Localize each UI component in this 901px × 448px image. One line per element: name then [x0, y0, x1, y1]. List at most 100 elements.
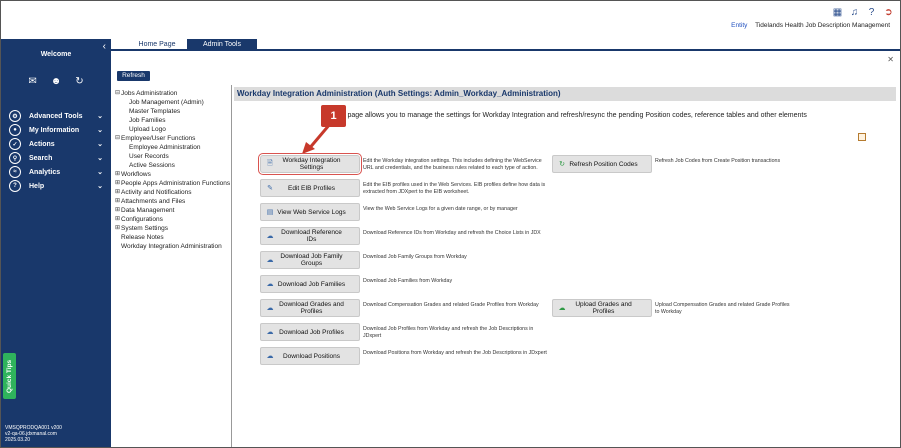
export-icon[interactable]	[858, 133, 866, 141]
button-label: Download Job Family Groups	[280, 253, 343, 267]
logout-icon[interactable]: ➲	[883, 7, 894, 18]
sidebar-item-my-information[interactable]: ● My Information ⌄	[1, 123, 111, 137]
page-intro: s page allows you to manage the settings…	[342, 112, 807, 119]
button-description: View the Web Service Logs for a given da…	[363, 206, 518, 212]
sidebar-item-actions[interactable]: ✓ Actions ⌄	[1, 137, 111, 151]
entity-link[interactable]: Entity	[731, 22, 747, 29]
tree-item[interactable]: ⊞ System Settings	[115, 224, 231, 233]
sidebar-icons: ✉ ☻ ↻	[1, 76, 111, 87]
cloud-upload-icon: ☁	[558, 305, 566, 312]
tree-item[interactable]: ⊟ Employee/User Functions	[115, 134, 231, 143]
cloud-download-icon: ☁	[266, 305, 274, 312]
download-job-family-groups-button[interactable]: ☁ Download Job Family Groups	[260, 251, 360, 269]
button-description: Download Job Family Groups from Workday	[363, 254, 467, 260]
edit-eib-profiles-button[interactable]: ✎ Edit EIB Profiles	[260, 179, 360, 197]
refresh-button[interactable]: Refresh	[117, 71, 150, 81]
close-icon[interactable]: ✕	[887, 55, 894, 64]
tree-item[interactable]: Job Management (Admin)	[115, 98, 231, 107]
tree-item-label: Jobs Administration	[121, 90, 178, 97]
top-icons: ▦ ♫ ? ➲	[832, 7, 894, 18]
sidebar-item-help[interactable]: ? Help ⌄	[1, 179, 111, 193]
page-title: Workday Integration Administration (Auth…	[234, 87, 896, 101]
tree-item-label: Upload Logo	[129, 126, 166, 133]
tree-item-label: Workflows	[121, 171, 151, 178]
tree-item[interactable]: ⊞ People Apps Administration Functions	[115, 179, 231, 188]
download-reference-ids-button[interactable]: ☁ Download Reference IDs	[260, 227, 360, 245]
tree-item[interactable]: Master Templates	[115, 107, 231, 116]
analytics-icon: ≈	[9, 166, 21, 178]
tree-item[interactable]: User Records	[115, 152, 231, 161]
sidebar-item-label: Advanced Tools	[29, 112, 83, 120]
button-label: Edit EIB Profiles	[288, 184, 335, 192]
button-description: Upload Compensation Grades and related G…	[655, 302, 790, 315]
version-line: 2025.03.20	[5, 437, 31, 443]
refresh-position-codes-button[interactable]: ↻ Refresh Position Codes	[552, 155, 652, 173]
tree-item[interactable]: Release Notes	[115, 233, 231, 242]
tab-admin-tools[interactable]: Admin Tools	[187, 39, 257, 51]
sidebar-item-analytics[interactable]: ≈ Analytics ⌄	[1, 165, 111, 179]
button-label: Download Job Profiles	[279, 328, 344, 336]
tree-item[interactable]: ⊟ Jobs Administration	[115, 89, 231, 98]
download-positions-button[interactable]: ☁ Download Positions	[260, 347, 360, 365]
download-grades-and-profiles-button[interactable]: ☁ Download Grades and Profiles	[260, 299, 360, 317]
quick-tips-button[interactable]: Quick Tips	[3, 353, 16, 399]
cloud-download-icon: ☁	[266, 257, 274, 264]
tools-icon: ⚙	[9, 110, 21, 122]
tree-item[interactable]: ⊞ Activity and Notifications	[115, 188, 231, 197]
entity-line: Entity Tidelands Health Job Description …	[731, 22, 890, 29]
tree-item-label: Release Notes	[121, 234, 164, 241]
tab-bar: Home Page Admin Tools	[111, 39, 900, 51]
pencil-icon: ✎	[267, 185, 273, 192]
tree-item[interactable]: ⊞ Data Management	[115, 206, 231, 215]
tree-item-label: Job Management (Admin)	[129, 99, 204, 106]
tree-item[interactable]: Active Sessions	[115, 161, 231, 170]
sitemap-icon[interactable]: ▦	[832, 7, 843, 18]
tab-home-page[interactable]: Home Page	[129, 39, 185, 51]
workday-integration-settings-button[interactable]: 🗎 Workday Integration Settings	[258, 153, 362, 175]
tree-item[interactable]: ⊞ Attachments and Files	[115, 197, 231, 206]
collapse-sidebar-icon[interactable]: ‹	[103, 41, 106, 52]
log-icon: ▤	[266, 209, 274, 216]
button-description: Download Reference IDs from Workday and …	[363, 230, 541, 236]
chevron-down-icon: ⌄	[97, 155, 103, 162]
button-label: View Web Service Logs	[277, 208, 346, 216]
tree-item-label: People Apps Administration Functions	[121, 180, 231, 187]
tree-item[interactable]: Workday Integration Administration	[115, 242, 231, 251]
chevron-down-icon: ⌄	[97, 183, 103, 190]
bell-icon[interactable]: ♫	[849, 7, 860, 18]
tree-item[interactable]: Upload Logo	[115, 125, 231, 134]
chevron-down-icon: ⌄	[97, 141, 103, 148]
sidebar-item-label: Actions	[29, 140, 55, 148]
tree-item-label: Activity and Notifications	[121, 189, 192, 196]
tree-item[interactable]: Job Families	[115, 116, 231, 125]
upload-grades-and-profiles-button[interactable]: ☁ Upload Grades and Profiles	[552, 299, 652, 317]
button-label: Refresh Position Codes	[569, 160, 638, 168]
download-job-families-button[interactable]: ☁ Download Job Families	[260, 275, 360, 293]
button-label: Download Positions	[282, 352, 341, 360]
settings-doc-icon: 🗎	[267, 159, 273, 167]
sidebar-item-advanced-tools[interactable]: ⚙ Advanced Tools ⌄	[1, 109, 111, 123]
tree-item-label: System Settings	[121, 225, 168, 232]
sync-icon[interactable]: ↻	[75, 76, 83, 87]
sidebar-item-label: Analytics	[29, 168, 61, 176]
tree-item[interactable]: ⊞ Workflows	[115, 170, 231, 179]
tree-item[interactable]: Employee Administration	[115, 143, 231, 152]
chevron-down-icon: ⌄	[97, 169, 103, 176]
tree-item-label: Employee Administration	[129, 144, 201, 151]
tree-item[interactable]: ⊞ Configurations	[115, 215, 231, 224]
users-icon[interactable]: ☻	[51, 76, 62, 87]
tree-item-label: Active Sessions	[129, 162, 175, 169]
cloud-download-icon: ☁	[266, 329, 274, 336]
main-content: Workday Integration Administration (Auth…	[234, 85, 898, 447]
view-web-service-logs-button[interactable]: ▤ View Web Service Logs	[260, 203, 360, 221]
top-bar: ▦ ♫ ? ➲ Entity Tidelands Health Job Desc…	[1, 1, 900, 39]
tree-item-label: Master Templates	[129, 108, 181, 115]
tree-item-label: Job Families	[129, 117, 166, 124]
help-icon[interactable]: ?	[866, 7, 877, 18]
mail-icon[interactable]: ✉	[28, 76, 36, 87]
sidebar-item-search[interactable]: ⚲ Search ⌄	[1, 151, 111, 165]
button-description: Refresh Job Codes from Create Position t…	[655, 158, 781, 164]
button-label: Upload Grades and Profiles	[575, 301, 632, 315]
download-job-profiles-button[interactable]: ☁ Download Job Profiles	[260, 323, 360, 341]
button-description: Download Positions from Workday and refr…	[363, 350, 547, 356]
